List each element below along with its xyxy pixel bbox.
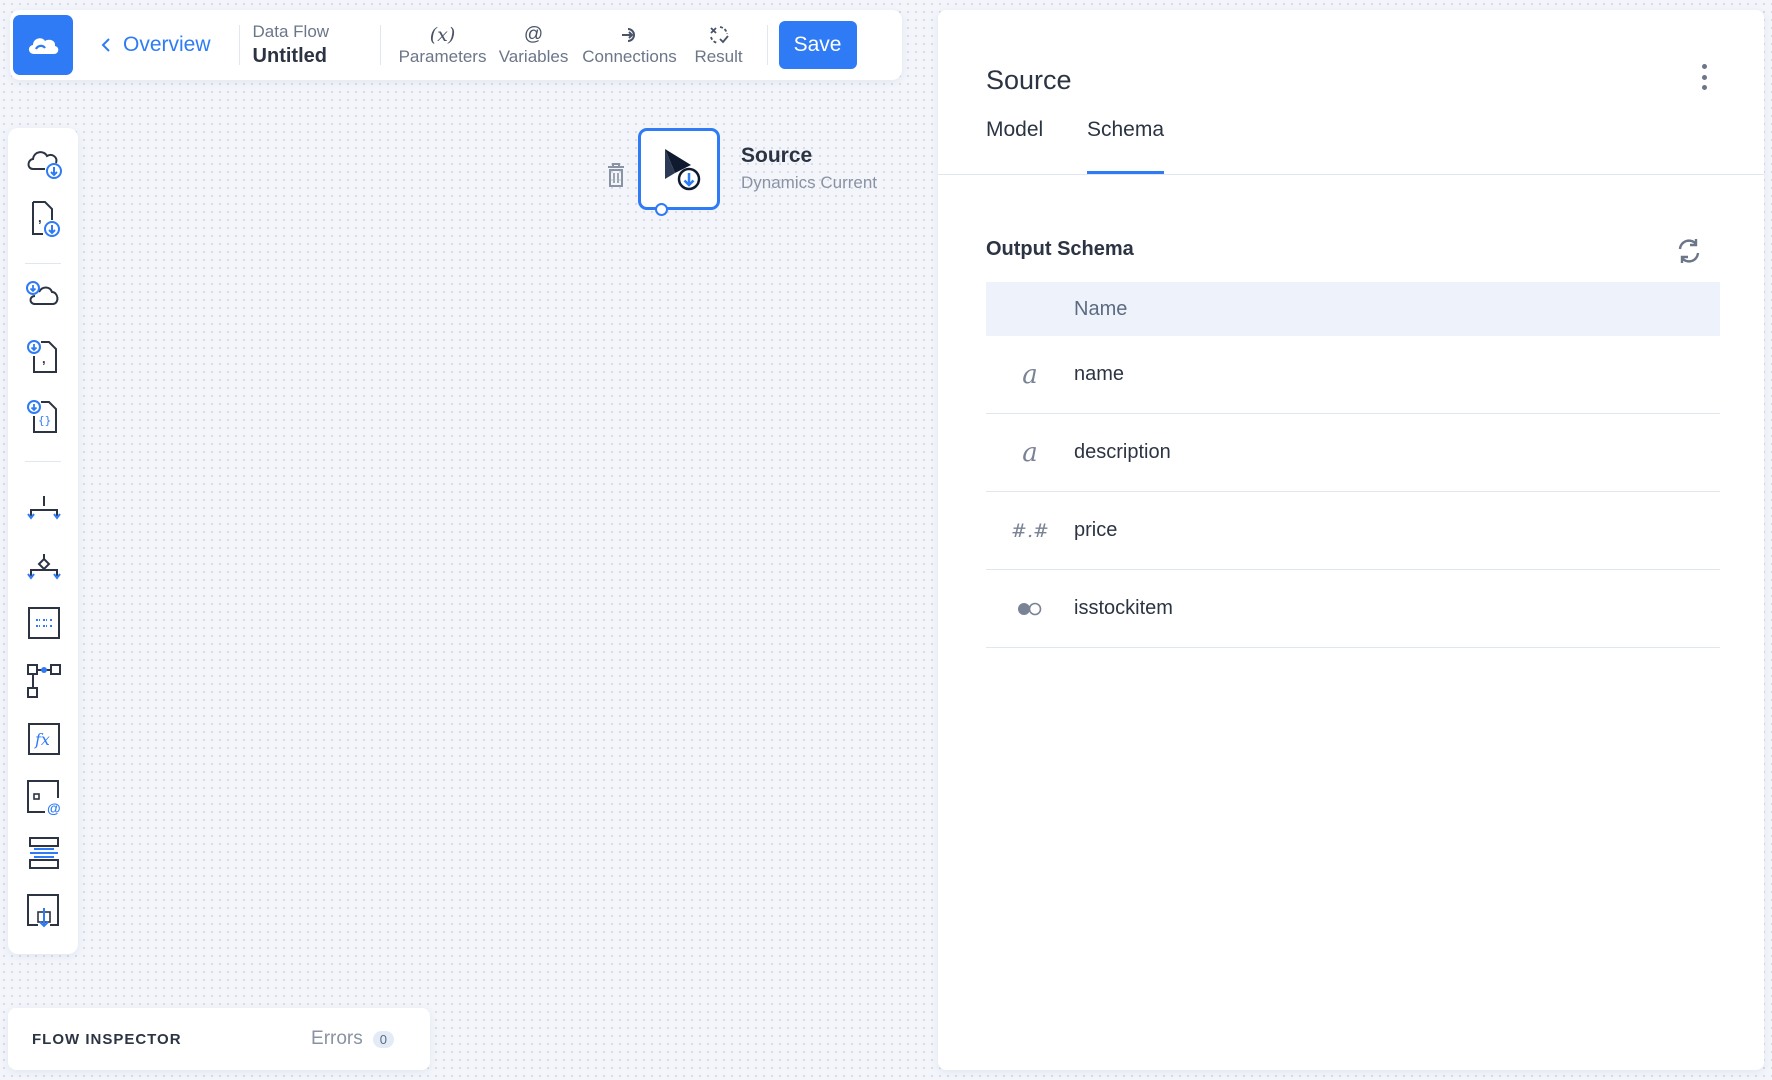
result-button[interactable]: Result [693,10,745,80]
more-options-icon[interactable] [1694,62,1714,92]
result-label: Result [694,47,743,66]
toolbar-divider [766,25,768,65]
split-icon[interactable] [25,490,63,528]
connections-icon [620,23,640,47]
tab-schema-label: Schema [1087,118,1165,141]
back-to-overview-link[interactable]: Overview [101,33,211,57]
svg-text:fx: fx [34,730,50,749]
save-button[interactable]: Save [778,21,857,69]
string-type-icon: a [1022,437,1038,468]
column-header-name: Name [1074,297,1128,320]
toolbar-divider [238,25,240,65]
delete-node-icon[interactable] [606,162,626,193]
flow-type-label: Data Flow [252,22,330,41]
flow-title-block: Data Flow Untitled [253,22,380,68]
chevron-left-icon [101,38,110,52]
cloud-target-icon[interactable] [25,278,63,316]
csv-source-icon[interactable]: , [25,200,63,238]
cloud-source-icon[interactable] [25,144,63,182]
expression-icon[interactable]: fx [25,720,63,758]
field-name: price [1074,519,1118,541]
parameters-icon: (x) [429,24,456,46]
unpivot-icon[interactable] [25,834,63,872]
tab-model[interactable]: Model [986,118,1043,166]
dynamics-source-icon [665,149,701,191]
node-output-port[interactable] [655,203,668,216]
errors-count-badge: 0 [372,1030,394,1048]
errors-tab[interactable]: Errors 0 [311,1028,430,1050]
app-logo-icon[interactable] [13,15,73,75]
properties-panel: Source Model Schema Output Schema Name a… [938,10,1764,1070]
refresh-schema-icon[interactable] [1674,236,1704,271]
variables-button[interactable]: @ Variables [498,10,569,80]
flow-name[interactable]: Untitled [253,45,380,68]
variable-icon[interactable]: @ [25,778,63,816]
back-link-label: Overview [123,33,211,56]
connections-button[interactable]: Connections [582,10,677,80]
schema-row[interactable]: a name [986,336,1720,414]
svg-text:,: , [38,210,42,225]
json-target-icon[interactable]: {} [25,398,63,436]
schema-table-header: Name [986,282,1720,336]
import-icon[interactable] [25,892,63,930]
result-icon [708,23,730,47]
merge-icon[interactable] [25,548,63,586]
tab-schema[interactable]: Schema [1087,118,1165,174]
node-title: Source [741,144,813,167]
tab-model-label: Model [986,118,1044,141]
palette-divider [25,461,61,462]
field-name: description [1074,441,1171,463]
flow-inspector-label: FLOW INSPECTOR [32,1030,182,1048]
variables-icon: @ [523,24,544,45]
errors-label: Errors [311,1028,363,1049]
tabs-divider [938,174,1764,175]
boolean-type-icon [986,602,1074,616]
number-type-icon: #.# [1011,519,1049,542]
lookup-icon[interactable] [25,662,63,700]
connections-label: Connections [582,47,677,66]
transform-icon[interactable] [25,604,63,642]
node-subtitle: Dynamics Current [741,173,878,192]
palette-divider [25,263,61,264]
schema-row[interactable]: a description [986,414,1720,492]
toolbar-divider [379,25,381,65]
variables-label: Variables [498,47,569,66]
string-type-icon: a [1022,359,1038,390]
csv-target-icon[interactable]: , [25,338,63,376]
svg-text:{}: {} [38,414,51,427]
field-name: name [1074,363,1125,385]
panel-title: Source [986,65,1072,95]
parameters-label: Parameters [398,47,487,66]
flow-inspector[interactable]: FLOW INSPECTOR Errors 0 [8,1008,430,1070]
component-palette: , , {} fx @ [8,128,78,954]
schema-row[interactable]: isstockitem [986,570,1720,648]
field-name: isstockitem [1074,597,1173,619]
top-toolbar: Overview Data Flow Untitled (x) Paramete… [10,10,902,80]
schema-row[interactable]: #.# price [986,492,1720,570]
svg-text:@: @ [47,800,61,816]
parameters-button[interactable]: (x) Parameters [399,10,487,80]
output-schema-title: Output Schema [986,238,1134,260]
svg-text:,: , [42,351,46,366]
source-node[interactable] [638,128,720,210]
